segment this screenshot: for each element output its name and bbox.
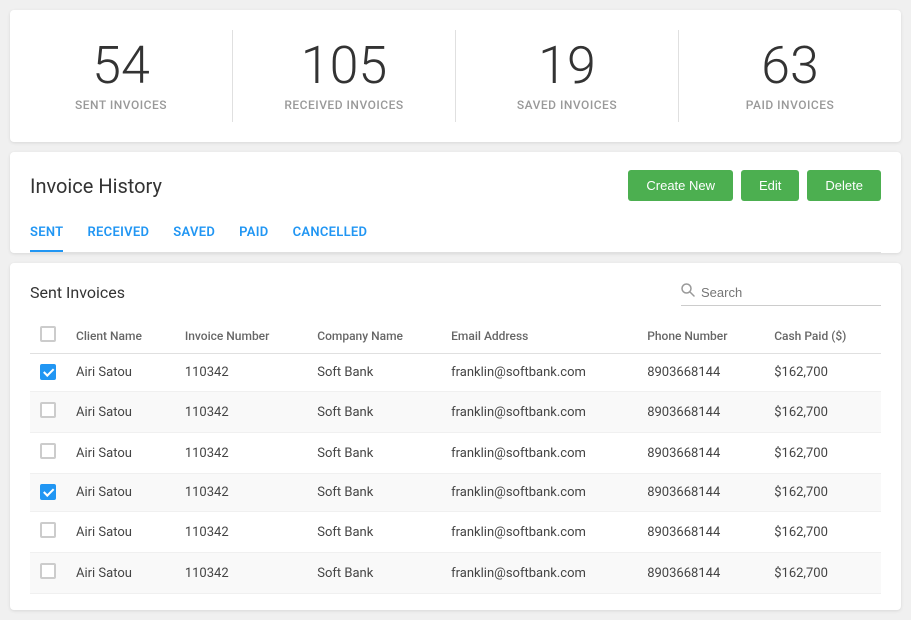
row-cell-client-name: Airi Satou xyxy=(66,474,175,512)
row-checkbox[interactable] xyxy=(40,522,56,538)
row-cell-cash-paid-($): $162,700 xyxy=(764,553,881,594)
create-new-button[interactable]: Create New xyxy=(628,170,733,201)
row-cell-company-name: Soft Bank xyxy=(307,553,441,594)
row-cell-invoice-number: 110342 xyxy=(175,512,307,553)
table-row: Airi Satou110342Soft Bankfranklin@softba… xyxy=(30,433,881,474)
delete-button[interactable]: Delete xyxy=(807,170,881,201)
tab-sent[interactable]: SENT xyxy=(30,217,63,252)
row-cell-company-name: Soft Bank xyxy=(307,392,441,433)
row-cell-company-name: Soft Bank xyxy=(307,474,441,512)
header-buttons: Create New Edit Delete xyxy=(628,170,881,201)
row-cell-email-address: franklin@softbank.com xyxy=(441,553,637,594)
row-checkbox-cell xyxy=(30,553,66,594)
col-header-cash-paid-($): Cash Paid ($) xyxy=(764,318,881,354)
stat-item-saved-invoices: 19 SAVED INVOICES xyxy=(455,30,678,122)
tab-cancelled[interactable]: CANCELLED xyxy=(293,217,368,252)
row-cell-invoice-number: 110342 xyxy=(175,354,307,392)
history-title: Invoice History xyxy=(30,174,162,198)
stat-label: RECEIVED INVOICES xyxy=(253,98,435,112)
stat-label: SENT INVOICES xyxy=(30,98,212,112)
col-header-phone-number: Phone Number xyxy=(637,318,764,354)
row-cell-company-name: Soft Bank xyxy=(307,433,441,474)
row-cell-phone-number: 8903668144 xyxy=(637,553,764,594)
col-header-invoice-number: Invoice Number xyxy=(175,318,307,354)
table-row: Airi Satou110342Soft Bankfranklin@softba… xyxy=(30,553,881,594)
stat-label: PAID INVOICES xyxy=(699,98,881,112)
row-cell-company-name: Soft Bank xyxy=(307,512,441,553)
row-checkbox-cell xyxy=(30,474,66,512)
row-checkbox[interactable] xyxy=(40,443,56,459)
row-cell-invoice-number: 110342 xyxy=(175,433,307,474)
row-cell-cash-paid-($): $162,700 xyxy=(764,474,881,512)
table-title: Sent Invoices xyxy=(30,283,125,302)
row-cell-client-name: Airi Satou xyxy=(66,433,175,474)
row-cell-client-name: Airi Satou xyxy=(66,392,175,433)
row-cell-cash-paid-($): $162,700 xyxy=(764,354,881,392)
tabs: SENT RECEIVED SAVED PAID CANCELLED xyxy=(30,217,881,253)
stat-number: 19 xyxy=(476,40,658,92)
row-checkbox-cell xyxy=(30,354,66,392)
table-header-row: Sent Invoices xyxy=(30,279,881,306)
row-cell-client-name: Airi Satou xyxy=(66,512,175,553)
invoice-history-section: Invoice History Create New Edit Delete S… xyxy=(10,152,901,253)
row-cell-client-name: Airi Satou xyxy=(66,553,175,594)
row-cell-email-address: franklin@softbank.com xyxy=(441,354,637,392)
row-cell-phone-number: 8903668144 xyxy=(637,354,764,392)
stat-item-paid-invoices: 63 PAID INVOICES xyxy=(678,30,901,122)
stats-bar: 54 SENT INVOICES 105 RECEIVED INVOICES 1… xyxy=(10,10,901,142)
table-row: Airi Satou110342Soft Bankfranklin@softba… xyxy=(30,392,881,433)
row-cell-invoice-number: 110342 xyxy=(175,392,307,433)
search-input[interactable] xyxy=(701,285,881,300)
row-cell-cash-paid-($): $162,700 xyxy=(764,392,881,433)
row-checkbox[interactable] xyxy=(40,402,56,418)
tab-received[interactable]: RECEIVED xyxy=(87,217,149,252)
row-cell-cash-paid-($): $162,700 xyxy=(764,433,881,474)
row-cell-email-address: franklin@softbank.com xyxy=(441,433,637,474)
table-header-row-cols: Client NameInvoice NumberCompany NameEma… xyxy=(30,318,881,354)
table-row: Airi Satou110342Soft Bankfranklin@softba… xyxy=(30,512,881,553)
tab-paid[interactable]: PAID xyxy=(239,217,268,252)
row-cell-invoice-number: 110342 xyxy=(175,474,307,512)
stat-item-received-invoices: 105 RECEIVED INVOICES xyxy=(232,30,455,122)
row-checkbox[interactable] xyxy=(40,484,56,500)
row-checkbox-cell xyxy=(30,433,66,474)
search-icon xyxy=(681,283,695,301)
stat-number: 63 xyxy=(699,40,881,92)
col-header-client-name: Client Name xyxy=(66,318,175,354)
row-cell-invoice-number: 110342 xyxy=(175,553,307,594)
row-cell-company-name: Soft Bank xyxy=(307,354,441,392)
row-checkbox-cell xyxy=(30,512,66,553)
row-cell-email-address: franklin@softbank.com xyxy=(441,512,637,553)
stat-item-sent-invoices: 54 SENT INVOICES xyxy=(10,30,232,122)
row-checkbox-cell xyxy=(30,392,66,433)
row-checkbox[interactable] xyxy=(40,364,56,380)
stat-label: SAVED INVOICES xyxy=(476,98,658,112)
col-header-company-name: Company Name xyxy=(307,318,441,354)
row-checkbox[interactable] xyxy=(40,563,56,579)
row-cell-phone-number: 8903668144 xyxy=(637,392,764,433)
checkbox-header xyxy=(30,318,66,354)
row-cell-client-name: Airi Satou xyxy=(66,354,175,392)
stat-number: 105 xyxy=(253,40,435,92)
col-header-email-address: Email Address xyxy=(441,318,637,354)
row-cell-phone-number: 8903668144 xyxy=(637,433,764,474)
search-box xyxy=(681,279,881,306)
table-row: Airi Satou110342Soft Bankfranklin@softba… xyxy=(30,474,881,512)
tab-saved[interactable]: SAVED xyxy=(173,217,215,252)
table-section: Sent Invoices Client NameInvoice NumberC… xyxy=(10,263,901,610)
row-cell-email-address: franklin@softbank.com xyxy=(441,474,637,512)
edit-button[interactable]: Edit xyxy=(741,170,799,201)
select-all-checkbox[interactable] xyxy=(40,326,56,342)
table-row: Airi Satou110342Soft Bankfranklin@softba… xyxy=(30,354,881,392)
data-table: Client NameInvoice NumberCompany NameEma… xyxy=(30,318,881,594)
row-cell-phone-number: 8903668144 xyxy=(637,512,764,553)
stat-number: 54 xyxy=(30,40,212,92)
history-header: Invoice History Create New Edit Delete xyxy=(30,170,881,201)
row-cell-email-address: franklin@softbank.com xyxy=(441,392,637,433)
row-cell-cash-paid-($): $162,700 xyxy=(764,512,881,553)
row-cell-phone-number: 8903668144 xyxy=(637,474,764,512)
